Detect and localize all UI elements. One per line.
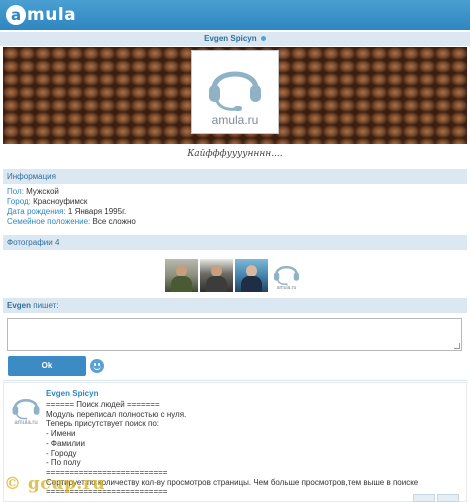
headset-avatar-icon[interactable] [11,391,41,421]
photo-thumbnail[interactable] [235,259,268,292]
post-action-button[interactable] [413,494,435,502]
ok-button[interactable]: Ok [8,356,86,376]
profile-status: Кайфффуууунннн.... [187,149,283,159]
info-section-header: Информация [3,169,467,184]
resize-handle-icon[interactable] [454,343,460,349]
smiley-icon[interactable] [90,359,104,373]
divider [3,380,467,381]
info-row-gender: Пол: Мужской [7,187,59,196]
photos-section-header[interactable]: Фотографии 4 [3,235,467,250]
headset-avatar-icon [273,265,300,285]
info-row-relationship: Семейное положение: Все сложно [7,217,136,226]
site-logo[interactable]: a mula [6,4,76,26]
photo-placeholder-caption: amula.ru [276,285,297,291]
online-status-icon [260,36,266,42]
compose-section-header: Evgen пишет: [3,298,467,313]
info-section-title: Информация [7,172,56,181]
profile-avatar[interactable]: amula.ru [191,50,279,134]
post-author[interactable]: Evgen Spicyn [46,389,98,398]
photos-section-title[interactable]: Фотографии 4 [7,238,59,247]
post-avatar-caption: amula.ru [14,420,38,426]
profile-name[interactable]: Evgen Spicyn [204,34,256,43]
photo-thumbnail[interactable] [200,259,233,292]
info-row-birthdate: Дата рождения: 1 Января 1995г. [7,207,127,216]
headset-avatar-icon [209,71,261,111]
compose-suffix: пишет: [33,301,59,310]
top-bar: a mula [0,0,470,30]
watermark: © gcup.ru [4,474,106,494]
post-text: ====== Поиск людей ======= Модуль перепи… [46,400,419,497]
photo-thumbnail[interactable]: amula.ru [270,259,303,292]
profile-name-bar: Evgen Spicyn [0,32,470,46]
photo-strip: amula.ru [165,259,303,292]
photo-thumbnail[interactable] [165,259,198,292]
info-list: Пол: Мужской Город: Красноуфимск Дата ро… [7,187,136,227]
info-row-city: Город: Красноуфимск [7,197,88,206]
message-input[interactable] [7,318,462,351]
logo-mark: a [6,5,26,25]
logo-text: mula [27,5,77,25]
compose-author[interactable]: Evgen [7,301,31,310]
post-actions [413,494,459,502]
avatar-caption: amula.ru [211,113,259,127]
post-action-button[interactable] [437,494,459,502]
